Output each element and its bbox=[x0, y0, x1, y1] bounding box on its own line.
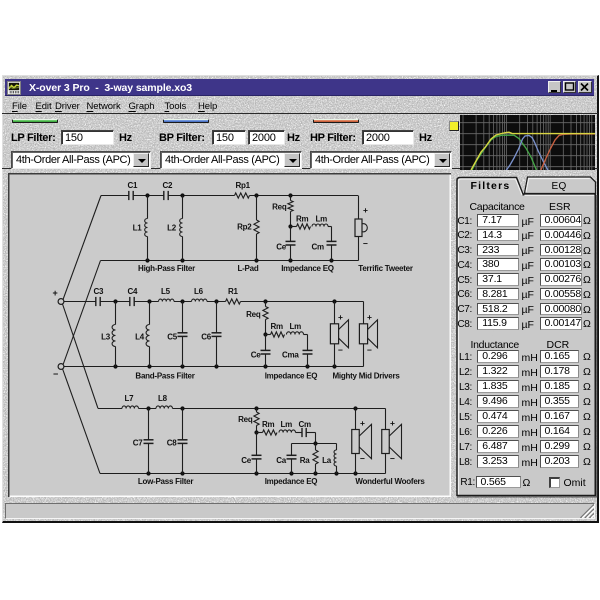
svg-text:+: + bbox=[363, 205, 368, 215]
svg-text:Cma: Cma bbox=[282, 351, 299, 360]
svg-text:Impedance EQ: Impedance EQ bbox=[281, 264, 334, 273]
svg-text:Rp1: Rp1 bbox=[236, 181, 251, 190]
svg-text:High-Pass Filter: High-Pass Filter bbox=[138, 264, 195, 273]
svg-text:C3: C3 bbox=[94, 287, 105, 296]
svg-text:L7: L7 bbox=[125, 394, 135, 403]
svg-text:Impedance EQ: Impedance EQ bbox=[265, 477, 318, 486]
svg-text:R1: R1 bbox=[228, 287, 239, 296]
svg-text:Rm: Rm bbox=[271, 322, 284, 331]
svg-text:L1: L1 bbox=[133, 224, 143, 233]
svg-text:−: − bbox=[338, 345, 343, 355]
svg-text:Req: Req bbox=[238, 415, 253, 424]
svg-text:Band-Pass Filter: Band-Pass Filter bbox=[135, 372, 194, 381]
svg-text:Req: Req bbox=[246, 310, 261, 319]
svg-text:L4: L4 bbox=[135, 333, 145, 342]
svg-text:−: − bbox=[360, 454, 365, 464]
svg-text:Ra: Ra bbox=[300, 456, 311, 465]
svg-text:−: − bbox=[53, 369, 58, 379]
svg-text:−: − bbox=[363, 239, 368, 249]
svg-text:+: + bbox=[360, 418, 365, 428]
svg-text:Ce: Ce bbox=[276, 243, 287, 252]
svg-text:L5: L5 bbox=[161, 287, 171, 296]
svg-text:L-Pad: L-Pad bbox=[238, 264, 259, 273]
svg-text:Low-Pass Filter: Low-Pass Filter bbox=[138, 477, 194, 486]
svg-text:C2: C2 bbox=[163, 181, 174, 190]
svg-text:Mighty Mid Drivers: Mighty Mid Drivers bbox=[332, 372, 400, 381]
svg-text:Lm: Lm bbox=[281, 420, 293, 429]
svg-text:Ce: Ce bbox=[251, 351, 262, 360]
svg-text:Lm: Lm bbox=[316, 215, 328, 224]
svg-text:L2: L2 bbox=[167, 224, 177, 233]
svg-text:Rm: Rm bbox=[296, 215, 309, 224]
svg-text:Ce: Ce bbox=[241, 456, 252, 465]
svg-text:L6: L6 bbox=[194, 287, 204, 296]
svg-text:Wonderful Woofers: Wonderful Woofers bbox=[355, 477, 425, 486]
svg-text:La: La bbox=[322, 456, 332, 465]
svg-text:Rp2: Rp2 bbox=[237, 223, 252, 232]
svg-text:Req: Req bbox=[272, 203, 287, 212]
svg-text:+: + bbox=[390, 418, 395, 428]
svg-text:+: + bbox=[367, 312, 372, 322]
svg-text:−: − bbox=[390, 454, 395, 464]
svg-text:+: + bbox=[53, 288, 58, 298]
svg-text:Cm: Cm bbox=[312, 243, 325, 252]
svg-text:+: + bbox=[338, 312, 343, 322]
svg-text:C1: C1 bbox=[128, 181, 139, 190]
svg-text:Rm: Rm bbox=[262, 420, 275, 429]
svg-text:Cm: Cm bbox=[299, 420, 312, 429]
svg-text:Impedance EQ: Impedance EQ bbox=[265, 372, 318, 381]
svg-text:−: − bbox=[367, 345, 372, 355]
svg-text:C7: C7 bbox=[133, 439, 144, 448]
svg-text:C4: C4 bbox=[128, 287, 139, 296]
svg-text:C6: C6 bbox=[201, 333, 212, 342]
svg-text:Lm: Lm bbox=[290, 322, 302, 331]
svg-text:C8: C8 bbox=[167, 439, 178, 448]
svg-text:L3: L3 bbox=[101, 333, 111, 342]
svg-text:Ca: Ca bbox=[276, 456, 287, 465]
svg-text:Terrific Tweeter: Terrific Tweeter bbox=[358, 264, 413, 273]
svg-text:L8: L8 bbox=[158, 394, 168, 403]
svg-text:C5: C5 bbox=[167, 333, 178, 342]
